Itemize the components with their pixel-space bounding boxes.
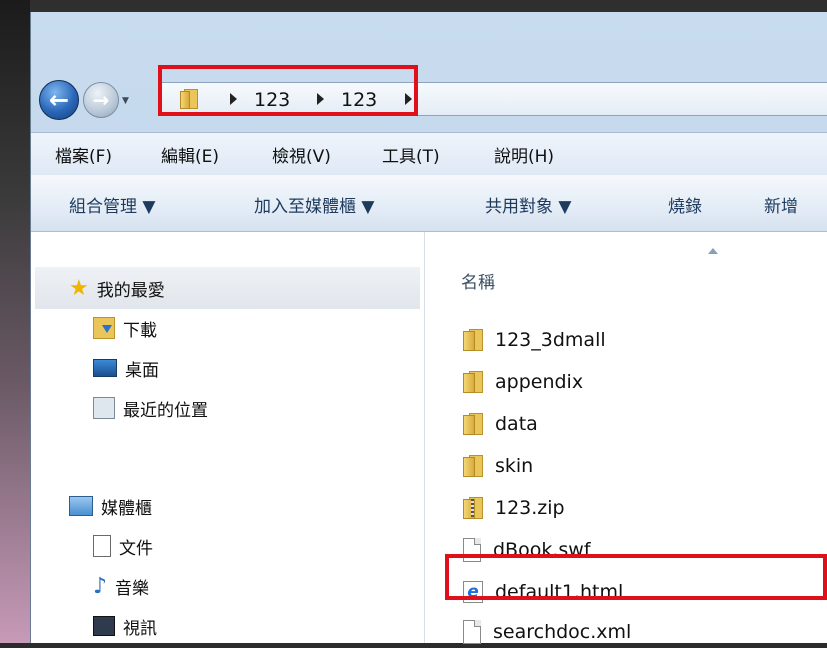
nav-item-favorites[interactable]: ★ 我的最愛 [69, 273, 165, 303]
file-name: 123_3dmall [495, 329, 606, 351]
file-highlight-box [445, 554, 827, 600]
menu-bar: 檔案(F) 編輯(E) 檢視(V) 工具(T) 說明(H) [31, 132, 827, 176]
column-header-name[interactable]: 名稱 [461, 268, 495, 293]
folder-icon [463, 413, 485, 435]
nav-item-music[interactable]: ♪ 音樂 [93, 571, 149, 601]
star-icon: ★ [69, 275, 89, 301]
menu-file[interactable]: 檔案(F) [55, 142, 112, 167]
nav-label: 桌面 [125, 360, 159, 381]
desktop-icon [93, 359, 117, 377]
back-button[interactable]: ← [39, 80, 79, 120]
organize-button[interactable]: 組合管理 ▼ [69, 192, 155, 217]
nav-item-recent[interactable]: 最近的位置 [93, 393, 208, 423]
menu-help[interactable]: 說明(H) [494, 142, 554, 167]
list-item[interactable]: data [463, 408, 538, 440]
nav-item-downloads[interactable]: 下載 [93, 313, 157, 343]
nav-label: 音樂 [115, 578, 150, 599]
list-item[interactable]: searchdoc.xml [463, 616, 631, 648]
arrow-right-icon: → [92, 88, 110, 112]
nav-item-videos[interactable]: 視訊 [93, 611, 157, 641]
list-item[interactable]: 123_3dmall [463, 324, 606, 356]
recent-places-icon [93, 397, 115, 419]
menu-tools[interactable]: 工具(T) [382, 142, 440, 167]
nav-label: 文件 [119, 538, 153, 559]
file-name: skin [495, 455, 534, 477]
folder-icon [463, 371, 485, 393]
command-bar: 組合管理 ▼ 加入至媒體櫃 ▼ 共用對象 ▼ 燒錄 新增 [31, 175, 827, 232]
nav-label: 下載 [123, 320, 157, 341]
address-highlight-box [158, 65, 418, 116]
arrow-left-icon: ← [48, 86, 70, 114]
zip-folder-icon [463, 497, 485, 519]
folder-icon [463, 329, 485, 351]
folder-icon [463, 455, 485, 477]
explorer-window: ← → ▼ 123 123 檔案(F) 編輯(E) 檢視(V) 工具(T) 說明… [30, 12, 827, 644]
address-row: ← → ▼ 123 123 [31, 74, 827, 132]
file-name: appendix [495, 371, 584, 393]
desktop-top [30, 0, 827, 12]
new-folder-button[interactable]: 新增 [764, 192, 798, 217]
nav-label: 最近的位置 [123, 400, 208, 421]
nav-item-desktop[interactable]: 桌面 [93, 353, 159, 383]
file-name: data [495, 413, 538, 435]
xml-file-icon [463, 620, 481, 644]
menu-edit[interactable]: 編輯(E) [161, 142, 219, 167]
video-icon [93, 616, 115, 636]
share-with-button[interactable]: 共用對象 ▼ [485, 192, 571, 217]
navigation-pane: ★ 我的最愛 下載 桌面 最近的位置 媒體櫃 文件 ♪ 音樂 視訊 [31, 232, 425, 643]
desktop-background [0, 0, 30, 643]
file-name: 123.zip [495, 497, 565, 519]
nav-item-libraries[interactable]: 媒體櫃 [69, 491, 152, 521]
download-folder-icon [93, 317, 115, 339]
nav-item-documents[interactable]: 文件 [93, 531, 153, 561]
burn-button[interactable]: 燒錄 [668, 192, 702, 217]
menu-view[interactable]: 檢視(V) [272, 142, 331, 167]
list-item[interactable]: appendix [463, 366, 583, 398]
document-icon [93, 535, 111, 557]
nav-label: 我的最愛 [96, 280, 165, 301]
nav-label: 媒體櫃 [101, 498, 152, 519]
file-name: searchdoc.xml [493, 621, 632, 643]
forward-button[interactable]: → [83, 82, 119, 118]
music-note-icon: ♪ [93, 573, 108, 599]
sort-ascending-icon [708, 248, 718, 254]
nav-label: 視訊 [123, 618, 157, 639]
add-to-library-button[interactable]: 加入至媒體櫃 ▼ [254, 192, 374, 217]
library-icon [69, 496, 93, 516]
list-item[interactable]: skin [463, 450, 533, 482]
list-item[interactable]: 123.zip [463, 492, 565, 524]
history-dropdown-icon[interactable]: ▼ [122, 96, 129, 106]
